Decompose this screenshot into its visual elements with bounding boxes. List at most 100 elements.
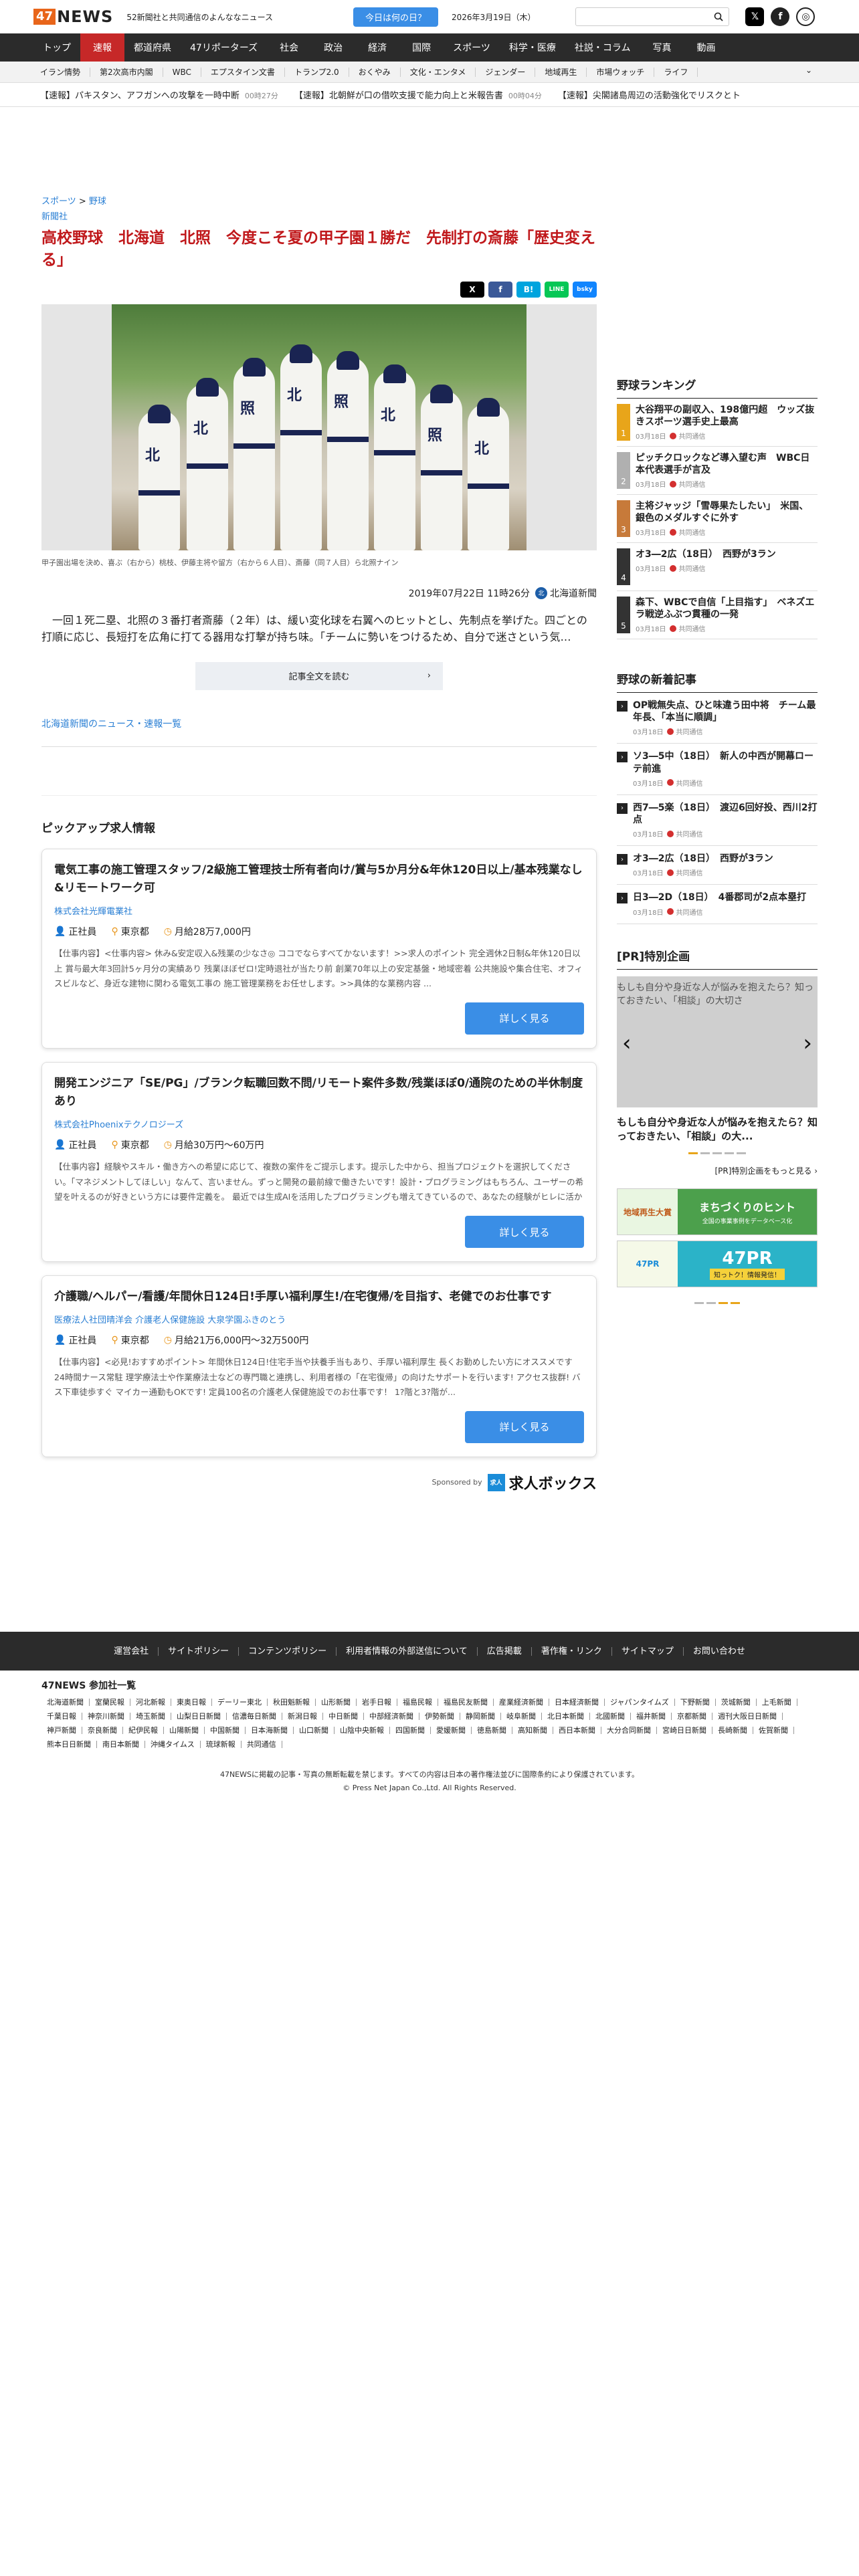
today-button[interactable]: 今日は何の日？ (353, 7, 438, 27)
pr-carousel[interactable]: もしも自分や身近な人が悩みを抱えたら？知っておきたい、「相談」の大切さ ‹ › (617, 976, 818, 1107)
member-link[interactable]: 山陰中央新報 (335, 1727, 390, 1734)
member-link[interactable]: 山陽新聞 (164, 1727, 205, 1734)
ranking-item[interactable]: 3 主将ジャッジ「雪辱果たしたい」 米国、銀色のメダルすぐに外す 03月18日 共同通… (617, 495, 818, 543)
member-link[interactable]: 日本経済新聞 (549, 1699, 605, 1706)
nav-item[interactable]: スポーツ (444, 33, 500, 62)
footer-link[interactable]: 利用者情報の外部送信について (337, 1646, 478, 1656)
banner-machizukuri[interactable]: 地域再生大賞 まちづくりのヒント 全国の事業事例をデータベース化 (617, 1188, 818, 1235)
job-title[interactable]: 介護職/ヘルパー/看護/年間休日124日!手厚い福利厚生!/在宅復帰/を目指す、… (54, 1288, 584, 1306)
member-link[interactable]: 北日本新聞 (542, 1713, 590, 1720)
subnav-item[interactable]: 文化・エンタメ (401, 67, 476, 77)
chevron-down-icon[interactable]: ⌄ (805, 66, 812, 75)
new-article-item[interactable]: › オ3―2広（18日） 西野が3ラン 03月18日 共同通信 (617, 846, 818, 885)
new-article-item[interactable]: › 日3―2D（18日） 4番郡司が2点本塁打 03月18日 共同通信 (617, 885, 818, 924)
job-detail-button[interactable]: 詳しく見る (465, 1002, 584, 1035)
footer-link[interactable]: お問い合わせ (684, 1647, 755, 1656)
member-link[interactable]: 宮崎日日新聞 (657, 1727, 712, 1734)
subnav-item[interactable]: 市場ウォッチ (587, 67, 655, 77)
search-input[interactable] (575, 7, 730, 26)
job-company[interactable]: 医療法人社団晴洋会 介護老人保健施設 大泉学園ふきのとう (54, 1313, 584, 1325)
nav-item[interactable]: 速報 (80, 33, 124, 62)
member-link[interactable]: 茨城新聞 (716, 1699, 757, 1706)
member-link[interactable]: 信濃毎日新聞 (227, 1713, 282, 1720)
member-link[interactable]: 佐賀新聞 (753, 1727, 794, 1734)
member-link[interactable]: 神戸新聞 (41, 1727, 82, 1734)
ticker-item[interactable]: 【速報】北朝鮮が口の借吹支援で能力向上と米報告書 00時04分 (294, 88, 542, 101)
member-link[interactable]: 琉球新報 (201, 1741, 242, 1748)
new-article-item[interactable]: › ソ3―5中（18日） 新人の中西が開幕ローテ前進 03月18日 共同通信 (617, 744, 818, 795)
subnav-item[interactable]: WBC (163, 67, 201, 77)
member-link[interactable]: 上毛新聞 (757, 1699, 797, 1706)
carousel-dot[interactable] (688, 1152, 698, 1154)
footer-link[interactable]: サイトマップ (612, 1646, 684, 1656)
job-company[interactable]: 株式会社光輝電業社 (54, 904, 584, 917)
sponsor-logo[interactable]: 求人 求人ボックス (487, 1472, 597, 1493)
site-logo[interactable]: 47 NEWS (33, 7, 113, 26)
member-link[interactable]: 福島民報 (397, 1699, 438, 1706)
member-link[interactable]: 神奈川新聞 (82, 1713, 130, 1720)
member-link[interactable]: 奈良新聞 (82, 1727, 123, 1734)
nav-item[interactable]: 動画 (684, 33, 728, 62)
new-article-item[interactable]: › 西7―5楽（18日） 渡辺6回好投、西川2打点 03月18日 共同通信 (617, 795, 818, 847)
subnav-item[interactable]: エプスタイン文書 (201, 67, 285, 77)
carousel-dot[interactable] (725, 1152, 734, 1154)
nav-item[interactable]: 47リポーターズ (181, 33, 267, 62)
footer-link[interactable]: コンテンツポリシー (239, 1646, 337, 1656)
member-link[interactable]: 西日本新聞 (553, 1727, 601, 1734)
carousel-prev-icon[interactable]: ‹ (622, 1030, 632, 1057)
member-link[interactable]: 日本海新聞 (246, 1727, 294, 1734)
member-link[interactable]: 山梨日日新聞 (171, 1713, 227, 1720)
member-link[interactable]: 伊勢新聞 (419, 1713, 460, 1720)
carousel-dot[interactable] (700, 1152, 710, 1154)
member-link[interactable]: 四国新聞 (390, 1727, 431, 1734)
nav-item[interactable]: トップ (33, 33, 80, 62)
job-title[interactable]: 電気工事の施工管理スタッフ/2級施工管理技士所有者向け/賞与5か月分&年休120… (54, 861, 584, 897)
member-link[interactable]: 産業経済新聞 (494, 1699, 549, 1706)
member-link[interactable]: 京都新聞 (672, 1713, 712, 1720)
nav-item[interactable]: 経済 (355, 33, 399, 62)
member-link[interactable]: 長崎新聞 (712, 1727, 753, 1734)
nav-item[interactable]: 写真 (640, 33, 684, 62)
nav-item[interactable]: 社会 (267, 33, 311, 62)
member-link[interactable]: 静岡新聞 (460, 1713, 501, 1720)
share-hatena-button[interactable]: B! (516, 281, 541, 298)
share-bluesky-button[interactable]: bsky (573, 281, 597, 298)
nav-item[interactable]: 社説・コラム (565, 33, 640, 62)
footer-link[interactable]: 運営会社 (104, 1646, 159, 1656)
member-link[interactable]: 北海道新聞 (41, 1699, 90, 1706)
ticker-item[interactable]: 【速報】パキスタン、アフガンへの攻撃を一時中断 00時27分 (40, 88, 278, 101)
member-link[interactable]: 千葉日報 (41, 1713, 82, 1720)
subnav-item[interactable]: ライフ (654, 67, 698, 77)
member-link[interactable]: 熊本日日新聞 (41, 1741, 97, 1748)
share-line-button[interactable]: LINE (545, 281, 569, 298)
nav-item[interactable]: 科学・医療 (500, 33, 565, 62)
job-company[interactable]: 株式会社Phoenixテクノロジーズ (54, 1117, 584, 1130)
member-link[interactable]: デーリー東北 (212, 1699, 268, 1706)
carousel-next-icon[interactable]: › (803, 1030, 812, 1057)
member-link[interactable]: 下野新聞 (675, 1699, 716, 1706)
member-link[interactable]: ジャパンタイムズ (605, 1699, 675, 1706)
job-detail-button[interactable]: 詳しく見る (465, 1216, 584, 1249)
nav-item[interactable]: 国際 (399, 33, 444, 62)
pr-headline[interactable]: もしも自分や身近な人が悩みを抱えたら？知っておきたい、「相談」の大... (617, 1115, 818, 1145)
member-link[interactable]: 河北新報 (130, 1699, 171, 1706)
member-link[interactable]: 愛媛新聞 (431, 1727, 472, 1734)
job-detail-button[interactable]: 詳しく見る (465, 1410, 584, 1443)
member-link[interactable]: 週刊大阪日日新聞 (712, 1713, 783, 1720)
member-link[interactable]: 中部経済新聞 (364, 1713, 419, 1720)
member-link[interactable]: 福島民友新聞 (438, 1699, 494, 1706)
read-more-button[interactable]: 記事全文を読む › (195, 661, 443, 690)
ticker-item[interactable]: 【速報】尖閣諸島周辺の活動強化でリスクとト (558, 88, 746, 101)
member-link[interactable]: 山形新聞 (316, 1699, 357, 1706)
facebook-icon[interactable]: f (771, 7, 790, 26)
footer-link[interactable]: サイトポリシー (159, 1646, 240, 1656)
x-icon[interactable]: 𝕏 (745, 7, 765, 26)
new-article-item[interactable]: › OP戦無失点、ひと味違う田中将 チーム最年長、「本当に順調」 03月18日 共同通… (617, 693, 818, 744)
member-link[interactable]: 北國新聞 (590, 1713, 631, 1720)
publisher-news-link[interactable]: 北海道新聞のニュース・速報一覧 (41, 717, 597, 730)
subnav-item[interactable]: 地域再生 (535, 67, 587, 77)
ranking-item[interactable]: 5 森下、WBCで自信「上目指す」 ベネズエラ戦逆ふぶつ貫種の一発 03月18日 共同… (617, 591, 818, 639)
member-link[interactable]: 埼玉新聞 (130, 1713, 171, 1720)
member-link[interactable]: 秋田魁新報 (268, 1699, 316, 1706)
member-link[interactable]: 福井新聞 (631, 1713, 672, 1720)
